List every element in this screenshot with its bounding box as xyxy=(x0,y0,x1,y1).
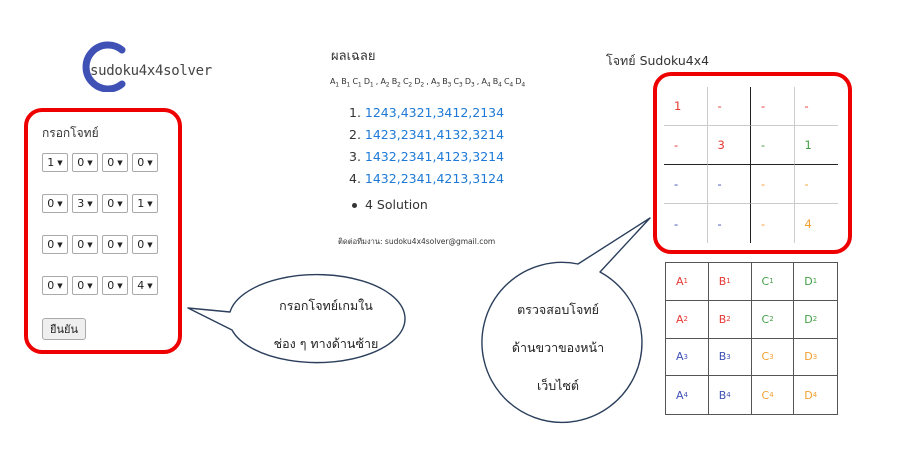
formula-term: B1 xyxy=(341,77,351,89)
puzzle-cell: - xyxy=(751,87,795,126)
solution-list: 1. 1243,4321,3412,2134 2. 1423,2341,4132,… xyxy=(349,102,504,190)
map-cell: C2 xyxy=(751,300,795,339)
puzzle-cell: - xyxy=(708,204,751,243)
puzzle-cell: - xyxy=(794,87,838,126)
puzzle-title: โจทย์ Sudoku4x4 xyxy=(606,53,710,68)
puzzle-cell: 1 xyxy=(664,87,708,126)
formula-term: B4 xyxy=(492,77,502,89)
solution-item: 4. 1432,2341,4213,3124 xyxy=(349,171,505,186)
puzzle-cell: 3 xyxy=(707,126,751,165)
logo-text: sudoku4x4solver xyxy=(90,63,212,79)
formula-term: C4 xyxy=(504,77,514,89)
formula-term: C3 xyxy=(453,77,463,89)
map-cell: B4 xyxy=(709,376,752,414)
formula-term: A2 xyxy=(380,77,390,89)
map-cell: B1 xyxy=(708,263,752,301)
map-cell: D1 xyxy=(794,263,837,301)
puzzle-cell: - xyxy=(751,165,795,204)
puzzle-cell: 4 xyxy=(804,216,812,231)
formula-term: D1 xyxy=(363,77,374,89)
formula-term: C2 xyxy=(403,77,413,89)
formula-term: D3 xyxy=(464,77,475,89)
map-cell: B2 xyxy=(708,300,752,339)
map-cell: C3 xyxy=(751,338,795,377)
formula-term: B3 xyxy=(442,77,452,89)
map-cell: A1 xyxy=(666,263,709,301)
solution-item: 3. 1432,2341,4123,3214 xyxy=(349,149,505,164)
solution-item: 2. 1423,2341,4132,3214 xyxy=(349,127,505,142)
solution-link[interactable]: 1432,2341,4213,3124 xyxy=(365,171,504,186)
puzzle-grid: 1----3-1-------4 xyxy=(664,87,838,243)
map-cell: C1 xyxy=(751,263,795,301)
puzzle-cell: - xyxy=(664,204,708,243)
highlight-frame-input xyxy=(24,108,182,354)
solution-formula: A1 B1 C1 D1 , A2 B2 C2 D2 , A3 B3 C3 D3 … xyxy=(330,77,525,89)
puzzle-cell: - xyxy=(664,126,708,165)
contact-text: ติดต่อทีมงาน: sudoku4x4solver@gmail.com xyxy=(338,237,496,246)
position-map-grid: A1B1C1D1 A2B2C2D2 A3B3C3D3 A4B4C4 D4 xyxy=(665,262,838,415)
solution-link[interactable]: 1432,2341,4123,3214 xyxy=(365,149,504,164)
puzzle-cell: 1 xyxy=(794,126,838,165)
map-cell: D2 xyxy=(794,301,837,339)
solution-item: 1. 1243,4321,3412,2134 xyxy=(349,105,505,120)
formula-term: D4 xyxy=(515,77,525,89)
callout-left: กรอกโจทย์เกมใน ช่อง ๆ ทางด้านซ้าย xyxy=(180,268,420,378)
puzzle-cell: - xyxy=(707,165,751,204)
map-cell: C4 xyxy=(752,376,795,414)
logo: sudoku4x4solver xyxy=(74,40,214,92)
formula-term: A1 xyxy=(330,77,339,89)
puzzle-cell: - xyxy=(794,165,838,204)
map-cell: A4 xyxy=(666,376,709,414)
solution-count: 4 Solution xyxy=(352,197,428,212)
puzzle-cell: - xyxy=(751,204,795,243)
formula-term: D2 xyxy=(414,77,424,89)
map-cell: D4 xyxy=(804,388,818,402)
solution-title: ผลเฉลย xyxy=(331,49,376,64)
puzzle-cell: - xyxy=(751,126,795,165)
callout-right-line2: ด้านขวาของหน้า xyxy=(511,340,605,355)
callout-right-line1: ตรวจสอบโจทย์ xyxy=(517,302,599,317)
formula-term: A3 xyxy=(431,77,440,89)
map-cell: D3 xyxy=(794,339,837,377)
map-cell: A3 xyxy=(666,338,709,377)
callout-left-line2: ช่อง ๆ ทางด้านซ้าย xyxy=(273,336,379,351)
formula-term: A4 xyxy=(481,77,491,89)
formula-term: B2 xyxy=(391,77,401,89)
bullet-icon xyxy=(352,203,357,208)
puzzle-cell: - xyxy=(707,87,751,126)
solution-link[interactable]: 1243,4321,3412,2134 xyxy=(365,105,504,120)
map-cell: A2 xyxy=(666,300,709,339)
solution-count-label: 4 Solution xyxy=(365,197,428,212)
solution-link[interactable]: 1423,2341,4132,3214 xyxy=(365,127,504,142)
callout-right-line3: เว็บไซต์ xyxy=(536,378,580,393)
map-cell: B3 xyxy=(708,338,752,377)
callout-left-line1: กรอกโจทย์เกมใน xyxy=(279,298,373,313)
puzzle-cell: - xyxy=(664,165,708,204)
formula-term: C1 xyxy=(352,77,362,89)
